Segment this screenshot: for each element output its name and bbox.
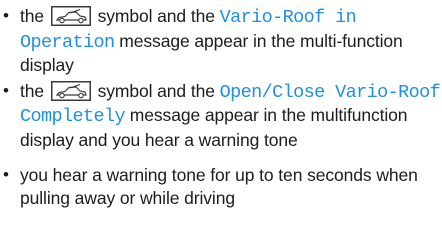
list-item: • you hear a warning tone for up to ten …	[0, 164, 442, 209]
list-item: • the symbol and the Open/Close Vario-Ro…	[0, 80, 442, 152]
item-text-before: the	[20, 80, 45, 101]
item-text-before: the	[20, 6, 45, 26]
bullet-dot: •	[3, 165, 9, 184]
item-text-mid: symbol and the	[97, 6, 215, 26]
vario-roof-car-symbol-icon	[50, 80, 91, 101]
bullet-dot: •	[3, 6, 9, 25]
vario-roof-car-symbol-icon	[50, 6, 91, 26]
bullet-dot: •	[3, 80, 9, 100]
bullet-list: • the symbol and the Vario-Roof in Opera…	[0, 0, 442, 208]
list-item: • the symbol and the Vario-Roof in Opera…	[0, 5, 442, 77]
item-text-mid: symbol and the	[97, 80, 215, 101]
item-text: you hear a warning tone for up to ten se…	[20, 165, 418, 208]
